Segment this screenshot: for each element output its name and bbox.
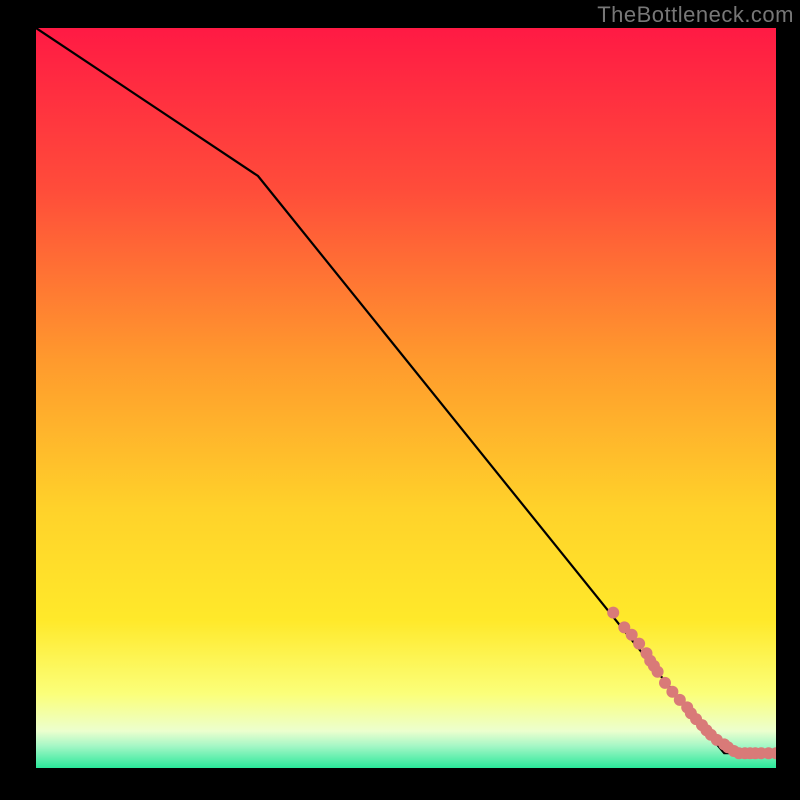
watermark-text: TheBottleneck.com: [597, 2, 794, 28]
chart-frame: TheBottleneck.com: [0, 0, 800, 800]
data-point: [607, 607, 619, 619]
plot-area: [36, 28, 776, 768]
gradient-bg: [36, 28, 776, 768]
data-point: [633, 638, 645, 650]
data-point: [652, 666, 664, 678]
chart-svg: [36, 28, 776, 768]
